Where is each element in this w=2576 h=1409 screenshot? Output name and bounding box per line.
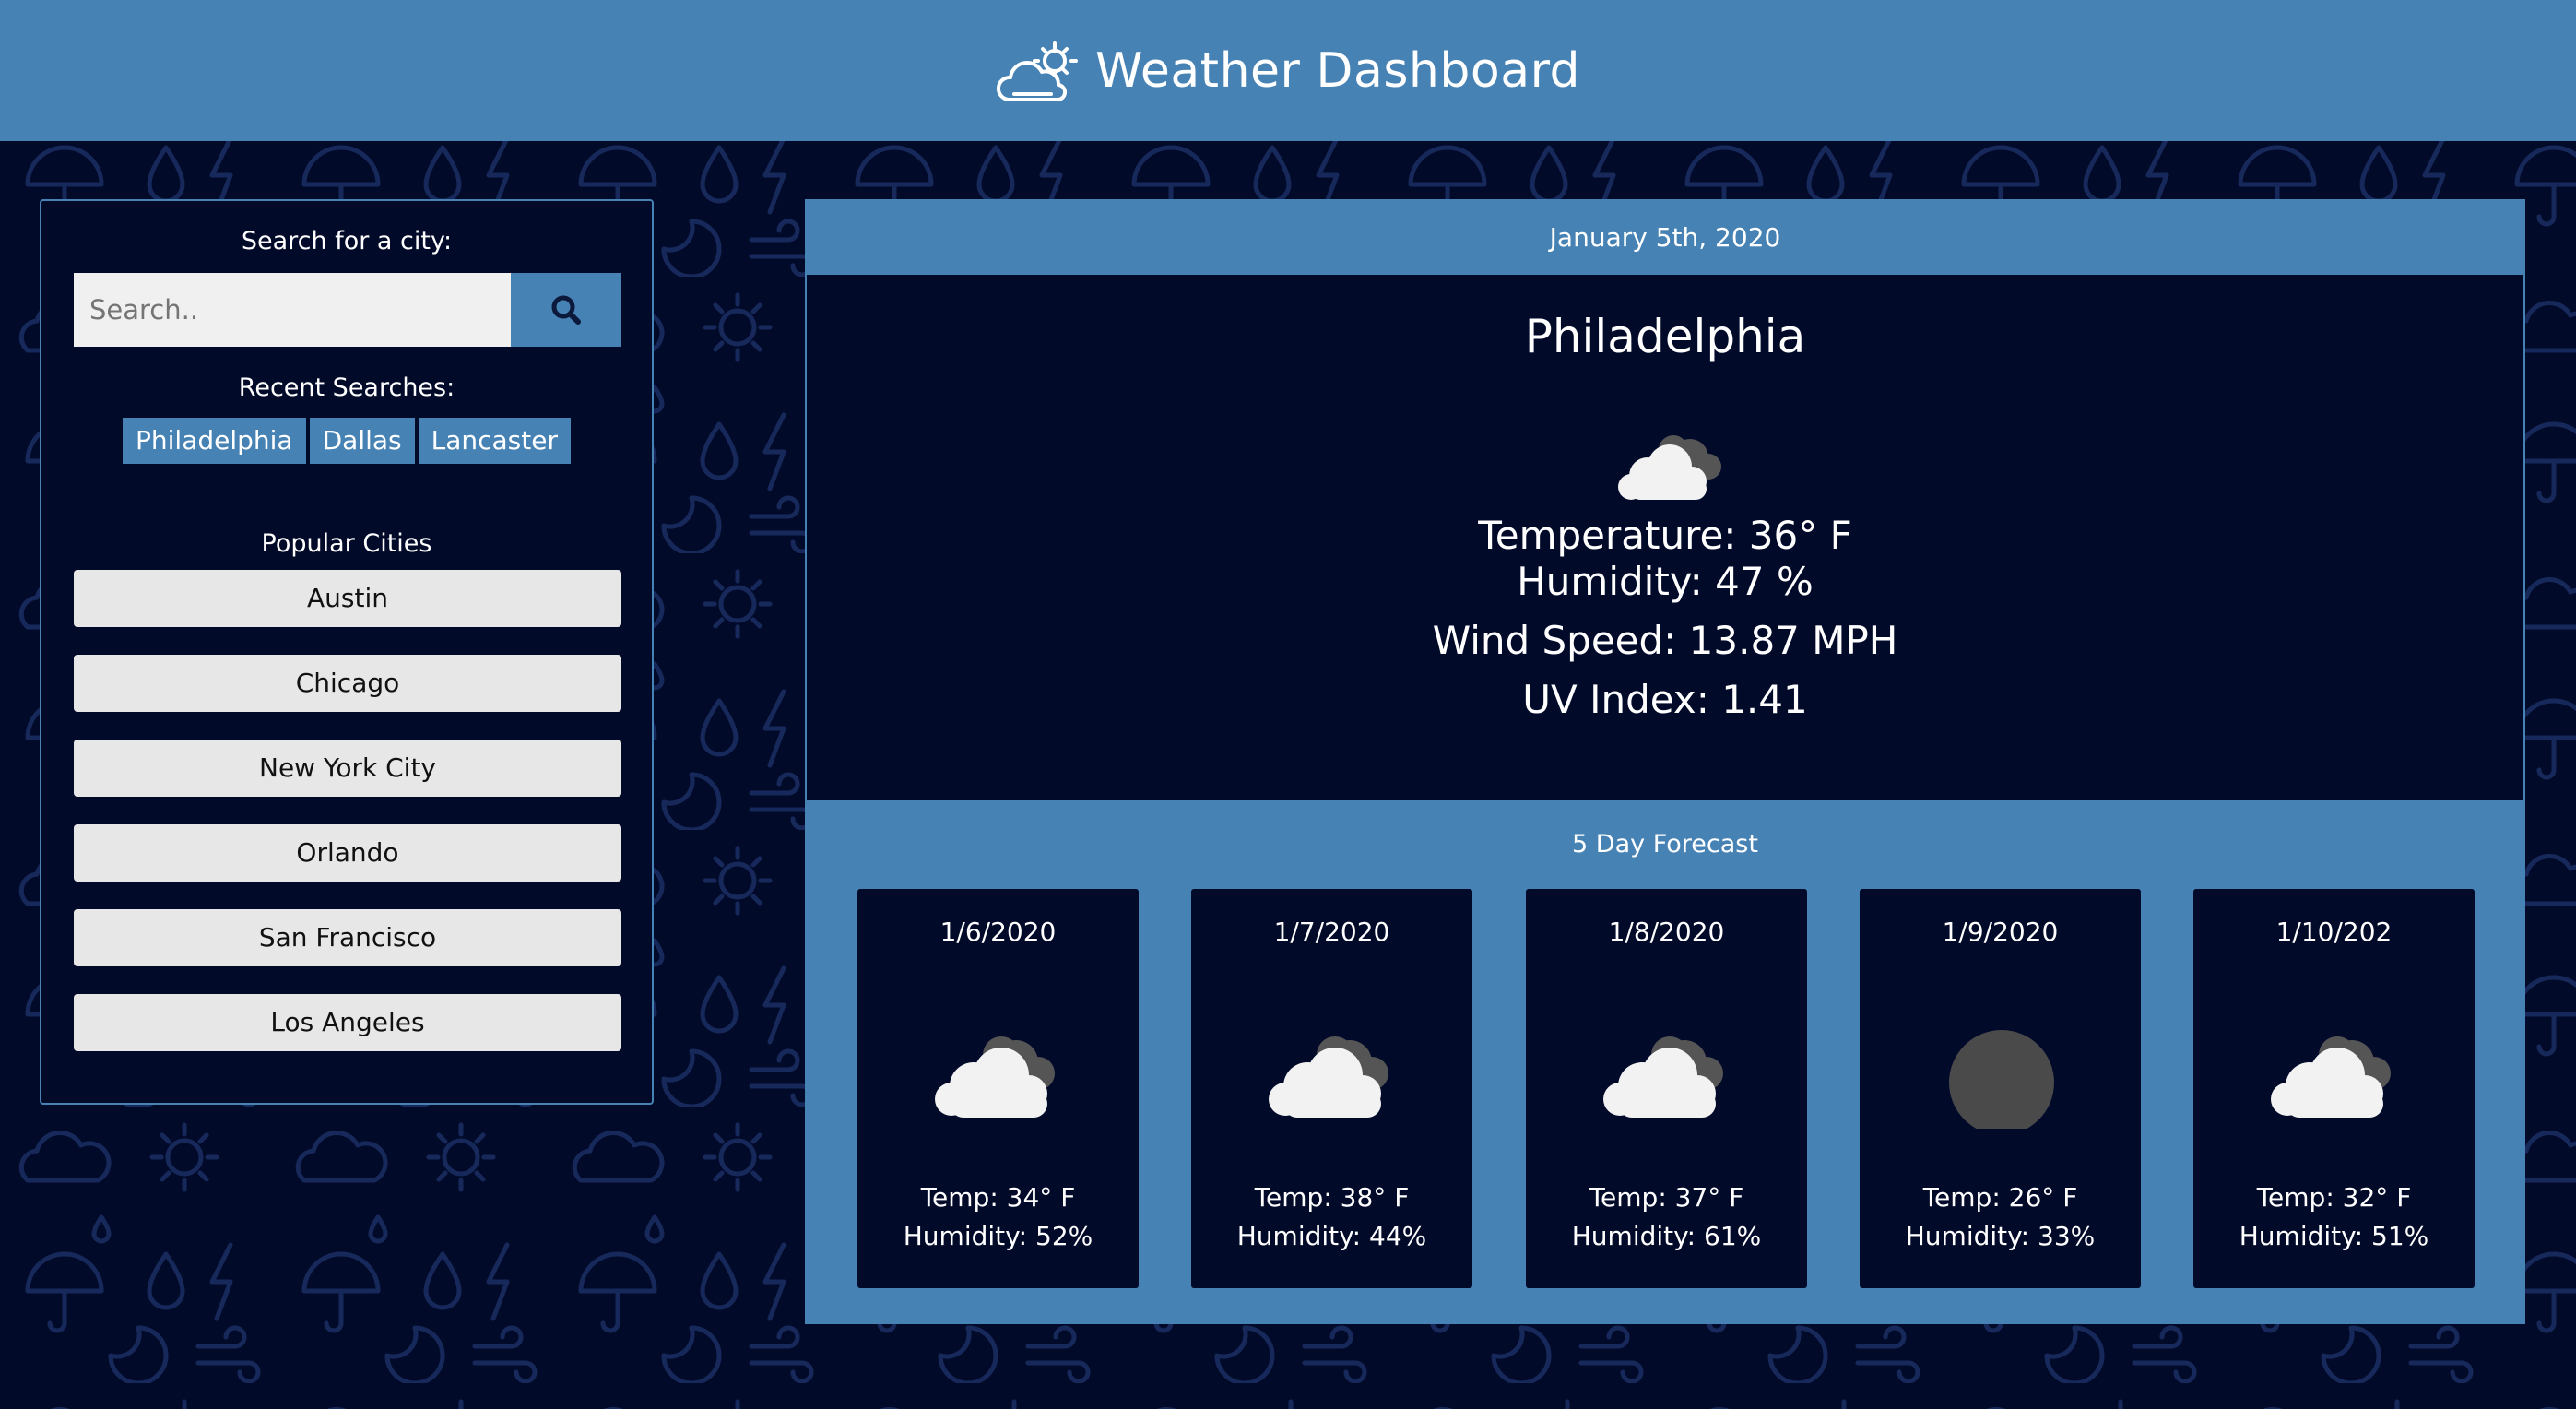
forecast-humidity: Humidity: 61% bbox=[1571, 1221, 1762, 1251]
recent-search-item[interactable]: Lancaster bbox=[418, 418, 571, 464]
city-button-new-york-city[interactable]: New York City bbox=[74, 740, 621, 797]
forecast-date: 1/9/2020 bbox=[1942, 917, 2059, 947]
forecast-card: 1/10/202 Temp: 32° F Humidity: 51% bbox=[2193, 889, 2475, 1288]
search-input[interactable] bbox=[74, 273, 511, 347]
city-button-chicago[interactable]: Chicago bbox=[74, 655, 621, 712]
forecast-date: 1/7/2020 bbox=[1273, 917, 1390, 947]
overcast-moon-icon bbox=[1949, 1030, 2054, 1129]
current-uv-index: UV Index: 1.41 bbox=[1522, 677, 1808, 722]
city-button-los-angeles[interactable]: Los Angeles bbox=[74, 994, 621, 1051]
forecast-card: 1/9/2020 Temp: 26° F Humidity: 33% bbox=[1860, 889, 2141, 1288]
forecast-temperature: Temp: 38° F bbox=[1254, 1182, 1410, 1213]
forecast-humidity: Humidity: 51% bbox=[2239, 1221, 2429, 1251]
forecast-panel: 5 Day Forecast 1/6/2020 Temp: 34° F Humi… bbox=[805, 802, 2525, 1324]
popular-cities-label: Popular Cities bbox=[261, 529, 432, 558]
city-button-austin[interactable]: Austin bbox=[74, 570, 621, 627]
app-header: Weather Dashboard bbox=[0, 0, 2576, 141]
forecast-date: 1/8/2020 bbox=[1608, 917, 1725, 947]
recent-searches-label: Recent Searches: bbox=[238, 373, 455, 402]
forecast-date: 1/6/2020 bbox=[939, 917, 1057, 947]
forecast-temperature: Temp: 26° F bbox=[1922, 1182, 2078, 1213]
current-city-name: Philadelphia bbox=[1524, 310, 1806, 363]
clouds-icon bbox=[2271, 1036, 2391, 1118]
partly-cloudy-icon bbox=[996, 41, 1078, 101]
forecast-title: 5 Day Forecast bbox=[1572, 830, 1758, 858]
city-button-san-francisco[interactable]: San Francisco bbox=[74, 909, 621, 966]
search-panel: Search for a city: Recent Searches: Phil… bbox=[40, 199, 654, 1105]
forecast-date: 1/10/202 bbox=[2275, 917, 2393, 947]
clouds-icon bbox=[1269, 1036, 1388, 1118]
current-humidity: Humidity: 47 % bbox=[1517, 559, 1814, 604]
forecast-card: 1/8/2020 Temp: 37° F Humidity: 61% bbox=[1526, 889, 1807, 1288]
partly-cloudy-icon bbox=[1618, 435, 1721, 500]
forecast-card: 1/6/2020 Temp: 34° F Humidity: 52% bbox=[857, 889, 1139, 1288]
forecast-humidity: Humidity: 44% bbox=[1236, 1221, 1427, 1251]
search-label: Search for a city: bbox=[241, 227, 453, 255]
current-wind-speed: Wind Speed: 13.87 MPH bbox=[1432, 618, 1898, 663]
recent-search-item[interactable]: Dallas bbox=[309, 418, 415, 464]
search-icon bbox=[551, 295, 581, 325]
recent-searches-list: Philadelphia Dallas Lancaster bbox=[41, 418, 652, 464]
forecast-humidity: Humidity: 33% bbox=[1905, 1221, 2096, 1251]
recent-search-item[interactable]: Philadelphia bbox=[123, 418, 306, 464]
forecast-humidity: Humidity: 52% bbox=[903, 1221, 1093, 1251]
clouds-icon bbox=[935, 1036, 1055, 1118]
current-weather-panel: January 5th, 2020 Philadelphia Temperatu… bbox=[805, 199, 2525, 802]
forecast-card: 1/7/2020 Temp: 38° F Humidity: 44% bbox=[1191, 889, 1472, 1288]
popular-cities-list: Austin Chicago New York City Orlando San… bbox=[74, 570, 621, 1079]
forecast-temperature: Temp: 34° F bbox=[920, 1182, 1076, 1213]
forecast-temperature: Temp: 32° F bbox=[2256, 1182, 2412, 1213]
search-button[interactable] bbox=[511, 273, 621, 347]
clouds-icon bbox=[1603, 1036, 1723, 1118]
current-temperature: Temperature: 36° F bbox=[1478, 513, 1852, 558]
city-button-orlando[interactable]: Orlando bbox=[74, 824, 621, 882]
forecast-temperature: Temp: 37° F bbox=[1589, 1182, 1744, 1213]
app-title: Weather Dashboard bbox=[1094, 42, 1581, 99]
current-date: January 5th, 2020 bbox=[807, 201, 2523, 275]
